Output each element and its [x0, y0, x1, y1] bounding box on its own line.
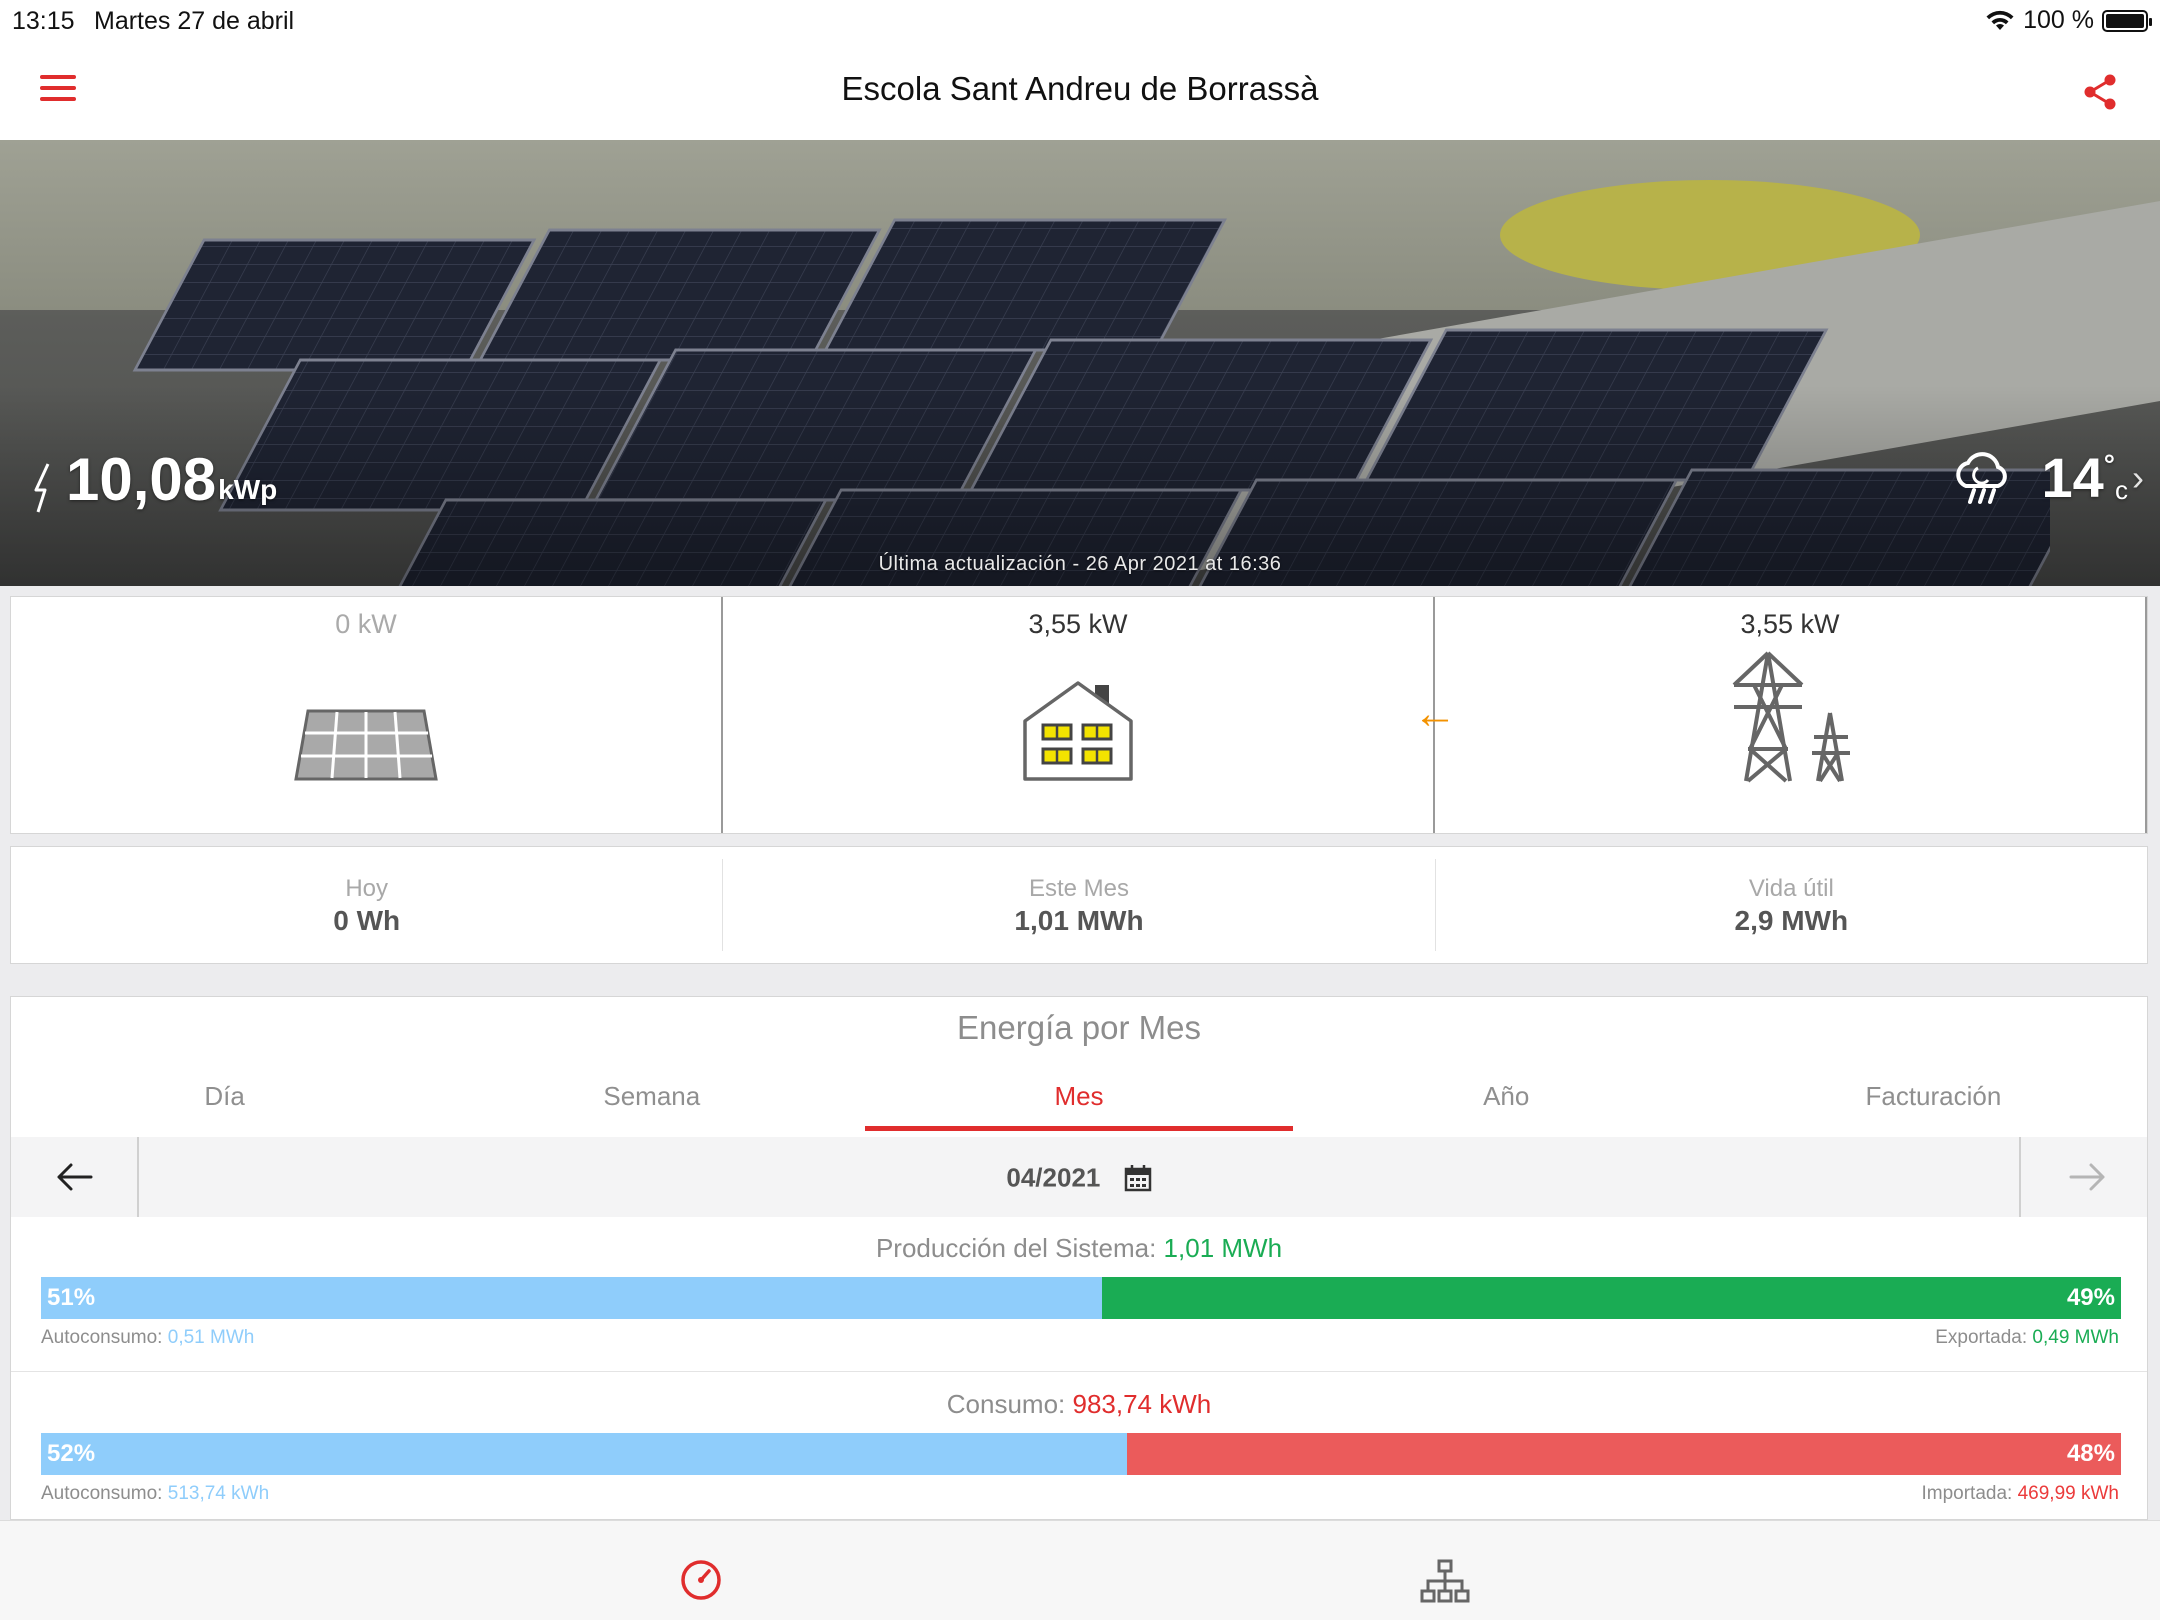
house-icon — [1023, 681, 1133, 781]
status-time: 13:15 — [12, 7, 75, 35]
consumption-imported-caption: Importada: 469,99 kWh — [1921, 1483, 2119, 1505]
consumption-section: Consumo: 983,74 kWh — [11, 1389, 2147, 1420]
power-flow-panel: 0 kW 3,55 kW 3,55 kW ← — [10, 596, 2148, 834]
power-tower-icon — [1732, 651, 1850, 783]
home-power-value: 3,55 kW — [1028, 609, 1128, 639]
wifi-icon — [1986, 10, 2014, 30]
bottom-tab-bar — [0, 1520, 2160, 1620]
flow-grid: 3,55 kW — [1435, 597, 2147, 833]
production-label: Producción del Sistema: — [875, 1233, 1157, 1263]
total-value: 2,9 MWh — [1734, 905, 1849, 936]
production-heading: Producción del Sistema: 1,01 MWh — [11, 1233, 2147, 1264]
share-icon[interactable] — [2080, 72, 2120, 112]
total-value: 0 Wh — [333, 905, 401, 936]
period-date[interactable]: 04/2021 — [11, 1161, 2147, 1194]
peak-power-value: 10,08 — [66, 446, 217, 513]
consumption-autoconsumo-caption: Autoconsumo: 513,74 kWh — [41, 1483, 269, 1505]
battery-percent: 100 % — [2023, 6, 2094, 34]
total-month: Este Mes 1,01 MWh — [723, 859, 1436, 951]
temperature-value: 14 — [2041, 446, 2104, 509]
caption-value: 0,51 MWh — [167, 1327, 255, 1348]
caption-label: Autoconsumo: — [41, 1327, 163, 1348]
energy-title: Energía por Mes — [957, 1009, 1201, 1046]
section-divider — [11, 1371, 2147, 1372]
tab-day[interactable]: Día — [11, 1077, 438, 1131]
tab-week[interactable]: Semana — [438, 1077, 865, 1131]
calendar-icon — [1124, 1165, 1151, 1192]
period-selector: 04/2021 — [11, 1137, 2147, 1217]
flow-home: 3,55 kW — [723, 597, 1435, 833]
consumption-autoconsumo-segment: 52% — [41, 1433, 1127, 1475]
production-value: 1,01 MWh — [1163, 1233, 1283, 1263]
temperature-degree: ° — [2103, 448, 2115, 480]
tab-billing[interactable]: Facturación — [1720, 1077, 2147, 1131]
caption-label: Importada: — [1921, 1483, 2013, 1504]
grid-power-value: 3,55 kW — [1740, 609, 1840, 639]
flow-arrow-icon: ← — [1413, 689, 1457, 738]
rain-cloud-icon — [1955, 451, 2007, 504]
peak-power: 10,08 kWp — [32, 445, 277, 514]
status-bar: 13:15 Martes 27 de abril 100 % — [0, 0, 2160, 40]
caption-value: 513,74 kWh — [167, 1483, 270, 1504]
caption-label: Exportada: — [1935, 1327, 2028, 1348]
production-section: Producción del Sistema: 1,01 MWh — [11, 1233, 2147, 1264]
total-label: Hoy — [345, 875, 388, 902]
consumption-value: 983,74 kWh — [1072, 1389, 1212, 1419]
tab-year[interactable]: Año — [1293, 1077, 1720, 1131]
production-autoconsumo-caption: Autoconsumo: 0,51 MWh — [41, 1327, 254, 1349]
solar-power-value: 0 kW — [335, 609, 397, 639]
production-exported-segment: 49% — [1101, 1277, 2121, 1319]
period-tabs: Día Semana Mes Año Facturación — [11, 1077, 2147, 1131]
consumption-bar: 52% 48% — [41, 1433, 2121, 1475]
peak-power-unit: kWp — [218, 474, 278, 505]
caption-value: 0,49 MWh — [2032, 1327, 2119, 1348]
chevron-right-icon: › — [2132, 456, 2144, 498]
consumption-heading: Consumo: 983,74 kWh — [11, 1389, 2147, 1420]
flow-solar: 0 kW — [11, 597, 723, 833]
battery-icon — [2102, 9, 2152, 32]
network-icon[interactable] — [1420, 1559, 1470, 1603]
total-lifetime: Vida útil 2,9 MWh — [1436, 859, 2147, 951]
nav-bar: Escola Sant Andreu de Borrassà — [0, 40, 2160, 140]
next-period-button[interactable] — [2019, 1137, 2147, 1217]
lightning-icon — [34, 463, 50, 513]
production-autoconsumo-segment: 51% — [41, 1277, 1102, 1319]
production-bar: 51% 49% — [41, 1277, 2121, 1319]
weather-widget[interactable]: 14 ° c › — [1950, 445, 2144, 510]
caption-label: Autoconsumo: — [41, 1483, 163, 1504]
status-right: 100 % — [1985, 6, 2152, 35]
last-update-text: Última actualización - 26 Apr 2021 at 16… — [878, 553, 1282, 575]
period-date-label: 04/2021 — [1006, 1162, 1101, 1193]
production-exported-caption: Exportada: 0,49 MWh — [1935, 1327, 2119, 1349]
energy-card: Energía por Mes Día Semana Mes Año Factu… — [10, 996, 2148, 1520]
total-label: Este Mes — [1028, 875, 1129, 902]
page-title: Escola Sant Andreu de Borrassà — [841, 70, 1319, 107]
total-value: 1,01 MWh — [1014, 905, 1144, 936]
site-hero-image: 10,08 kWp Última actualización - 26 Apr … — [0, 140, 2160, 586]
consumption-label: Consumo: — [946, 1389, 1066, 1419]
arrow-right-icon — [2069, 1163, 2105, 1191]
energy-totals: Hoy 0 Wh Este Mes 1,01 MWh Vida útil 2,9… — [10, 846, 2148, 964]
tab-month[interactable]: Mes — [865, 1077, 1293, 1131]
temperature-unit: c — [2115, 475, 2128, 505]
gauge-icon[interactable] — [680, 1559, 722, 1601]
status-date: Martes 27 de abril — [94, 7, 295, 35]
solar-panel-icon — [294, 709, 438, 781]
total-today: Hoy 0 Wh — [11, 859, 724, 951]
caption-value: 469,99 kWh — [2017, 1483, 2119, 1504]
consumption-imported-segment: 48% — [1126, 1433, 2121, 1475]
total-label: Vida útil — [1748, 875, 1834, 902]
